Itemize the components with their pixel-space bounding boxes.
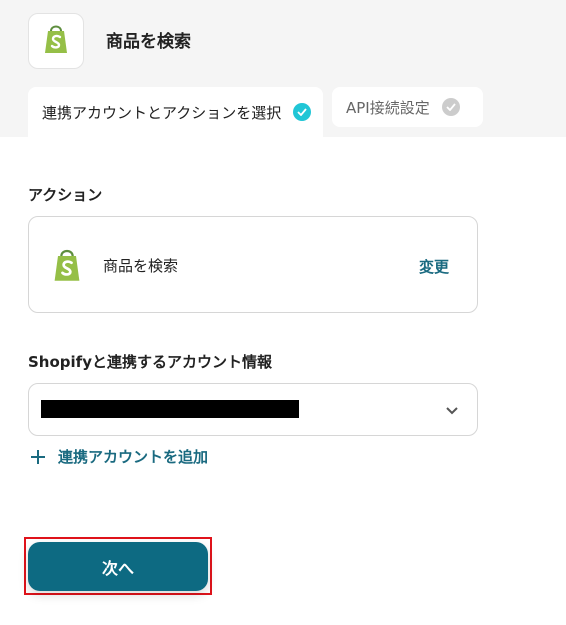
account-section-label: Shopifyと連携するアカウント情報 — [28, 353, 272, 371]
chevron-down-icon — [445, 402, 459, 421]
tab-label: 連携アカウントとアクションを選択 — [42, 103, 282, 122]
tab-label: API接続設定 — [346, 98, 430, 117]
change-action-link[interactable]: 変更 — [419, 256, 449, 277]
page-title: 商品を検索 — [106, 32, 191, 52]
shopify-bag-icon — [42, 23, 70, 59]
add-account-link[interactable]: 連携アカウントを追加 — [30, 446, 208, 467]
check-icon — [441, 98, 460, 116]
check-icon — [293, 103, 312, 121]
add-account-label: 連携アカウントを追加 — [58, 448, 209, 466]
tab-api-settings[interactable]: API接続設定 — [332, 87, 483, 127]
action-name: 商品を検索 — [103, 257, 179, 275]
app-icon-container — [28, 13, 84, 69]
action-card: 商品を検索 変更 — [28, 216, 478, 313]
plus-icon — [30, 449, 46, 465]
account-select[interactable] — [28, 383, 478, 436]
shopify-bag-icon — [51, 247, 83, 287]
action-section-label: アクション — [28, 186, 103, 204]
redacted-account-value — [41, 400, 299, 418]
next-button[interactable]: 次へ — [28, 542, 208, 591]
tab-select-account-action[interactable]: 連携アカウントとアクションを選択 — [28, 87, 323, 137]
